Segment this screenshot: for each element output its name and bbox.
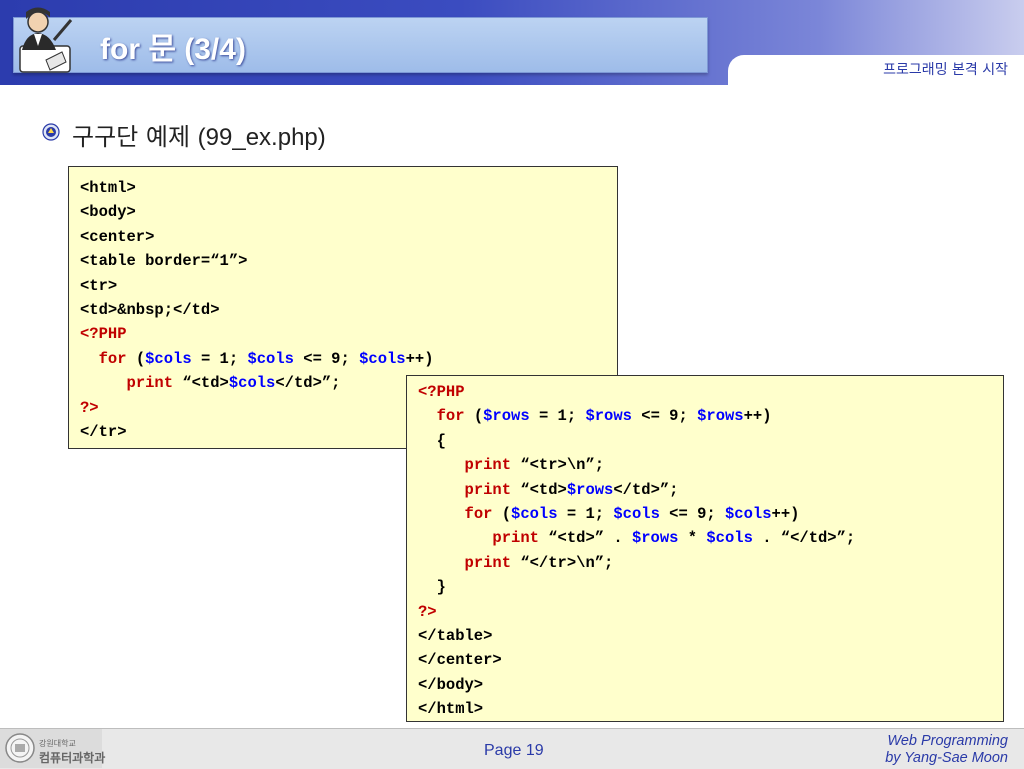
code-line: print “</tr>\n”; [464, 553, 614, 572]
code-block-2: <?PHP for ($rows = 1; $rows <= 9; $rows+… [418, 380, 1003, 722]
code-line: </center> [418, 651, 502, 670]
presenter-icon [19, 7, 73, 73]
heading-label: 구구단 예제 [72, 123, 191, 151]
code-line: { [418, 431, 446, 450]
code-line: print “<td>” . $rows * $cols . “</td>”; [492, 529, 856, 548]
code-line: </tr> [80, 423, 127, 442]
code-line: <tr> [80, 276, 118, 295]
slide-heading: 구구단 예제 (99_ex.php) [72, 117, 326, 152]
department-name: 컴퓨터과학과 [39, 751, 106, 765]
code-box-php-loop: <?PHP for ($rows = 1; $rows <= 9; $rows+… [406, 375, 1004, 722]
code-line: print “<tr>\n”; [464, 456, 605, 475]
course-credit: Web Programming by Yang-Sae Moon [885, 733, 1008, 767]
page-title: for 문 (3/4) [100, 33, 246, 66]
course-author: by Yang-Sae Moon [885, 750, 1008, 766]
code-line: ?> [80, 398, 99, 417]
code-line: } [418, 578, 446, 597]
section-label: 프로그래밍 본격 시작 [883, 62, 1008, 78]
code-line: print “<td>$cols</td>”; [126, 374, 341, 393]
code-line: ?> [418, 602, 437, 621]
code-line: for ($cols = 1; $cols <= 9; $cols++) [464, 505, 800, 524]
code-line: <td>&nbsp;</td> [80, 301, 220, 320]
code-line: <?PHP [80, 325, 127, 344]
code-line: <html> [80, 179, 136, 197]
code-line: <?PHP [418, 383, 465, 401]
code-line: for ($rows = 1; $rows <= 9; $rows++) [436, 407, 772, 426]
code-line: <body> [80, 203, 136, 222]
code-line: for ($cols = 1; $cols <= 9; $cols++) [98, 349, 434, 368]
code-line: <center> [80, 227, 155, 246]
code-line: <table border=“1”> [80, 252, 248, 271]
code-line: </body> [418, 675, 484, 694]
code-line: </table> [418, 627, 493, 646]
university-name: 강원대학교 [39, 739, 76, 748]
university-seal-icon [5, 733, 35, 763]
page-number: Page 19 [484, 742, 544, 759]
seal-bullet-icon [42, 123, 60, 141]
code-line: print “<td>$rows</td>”; [464, 480, 679, 499]
code-line: </html> [418, 700, 484, 719]
course-title: Web Programming [887, 733, 1008, 749]
heading-filename: (99_ex.php) [197, 124, 326, 151]
